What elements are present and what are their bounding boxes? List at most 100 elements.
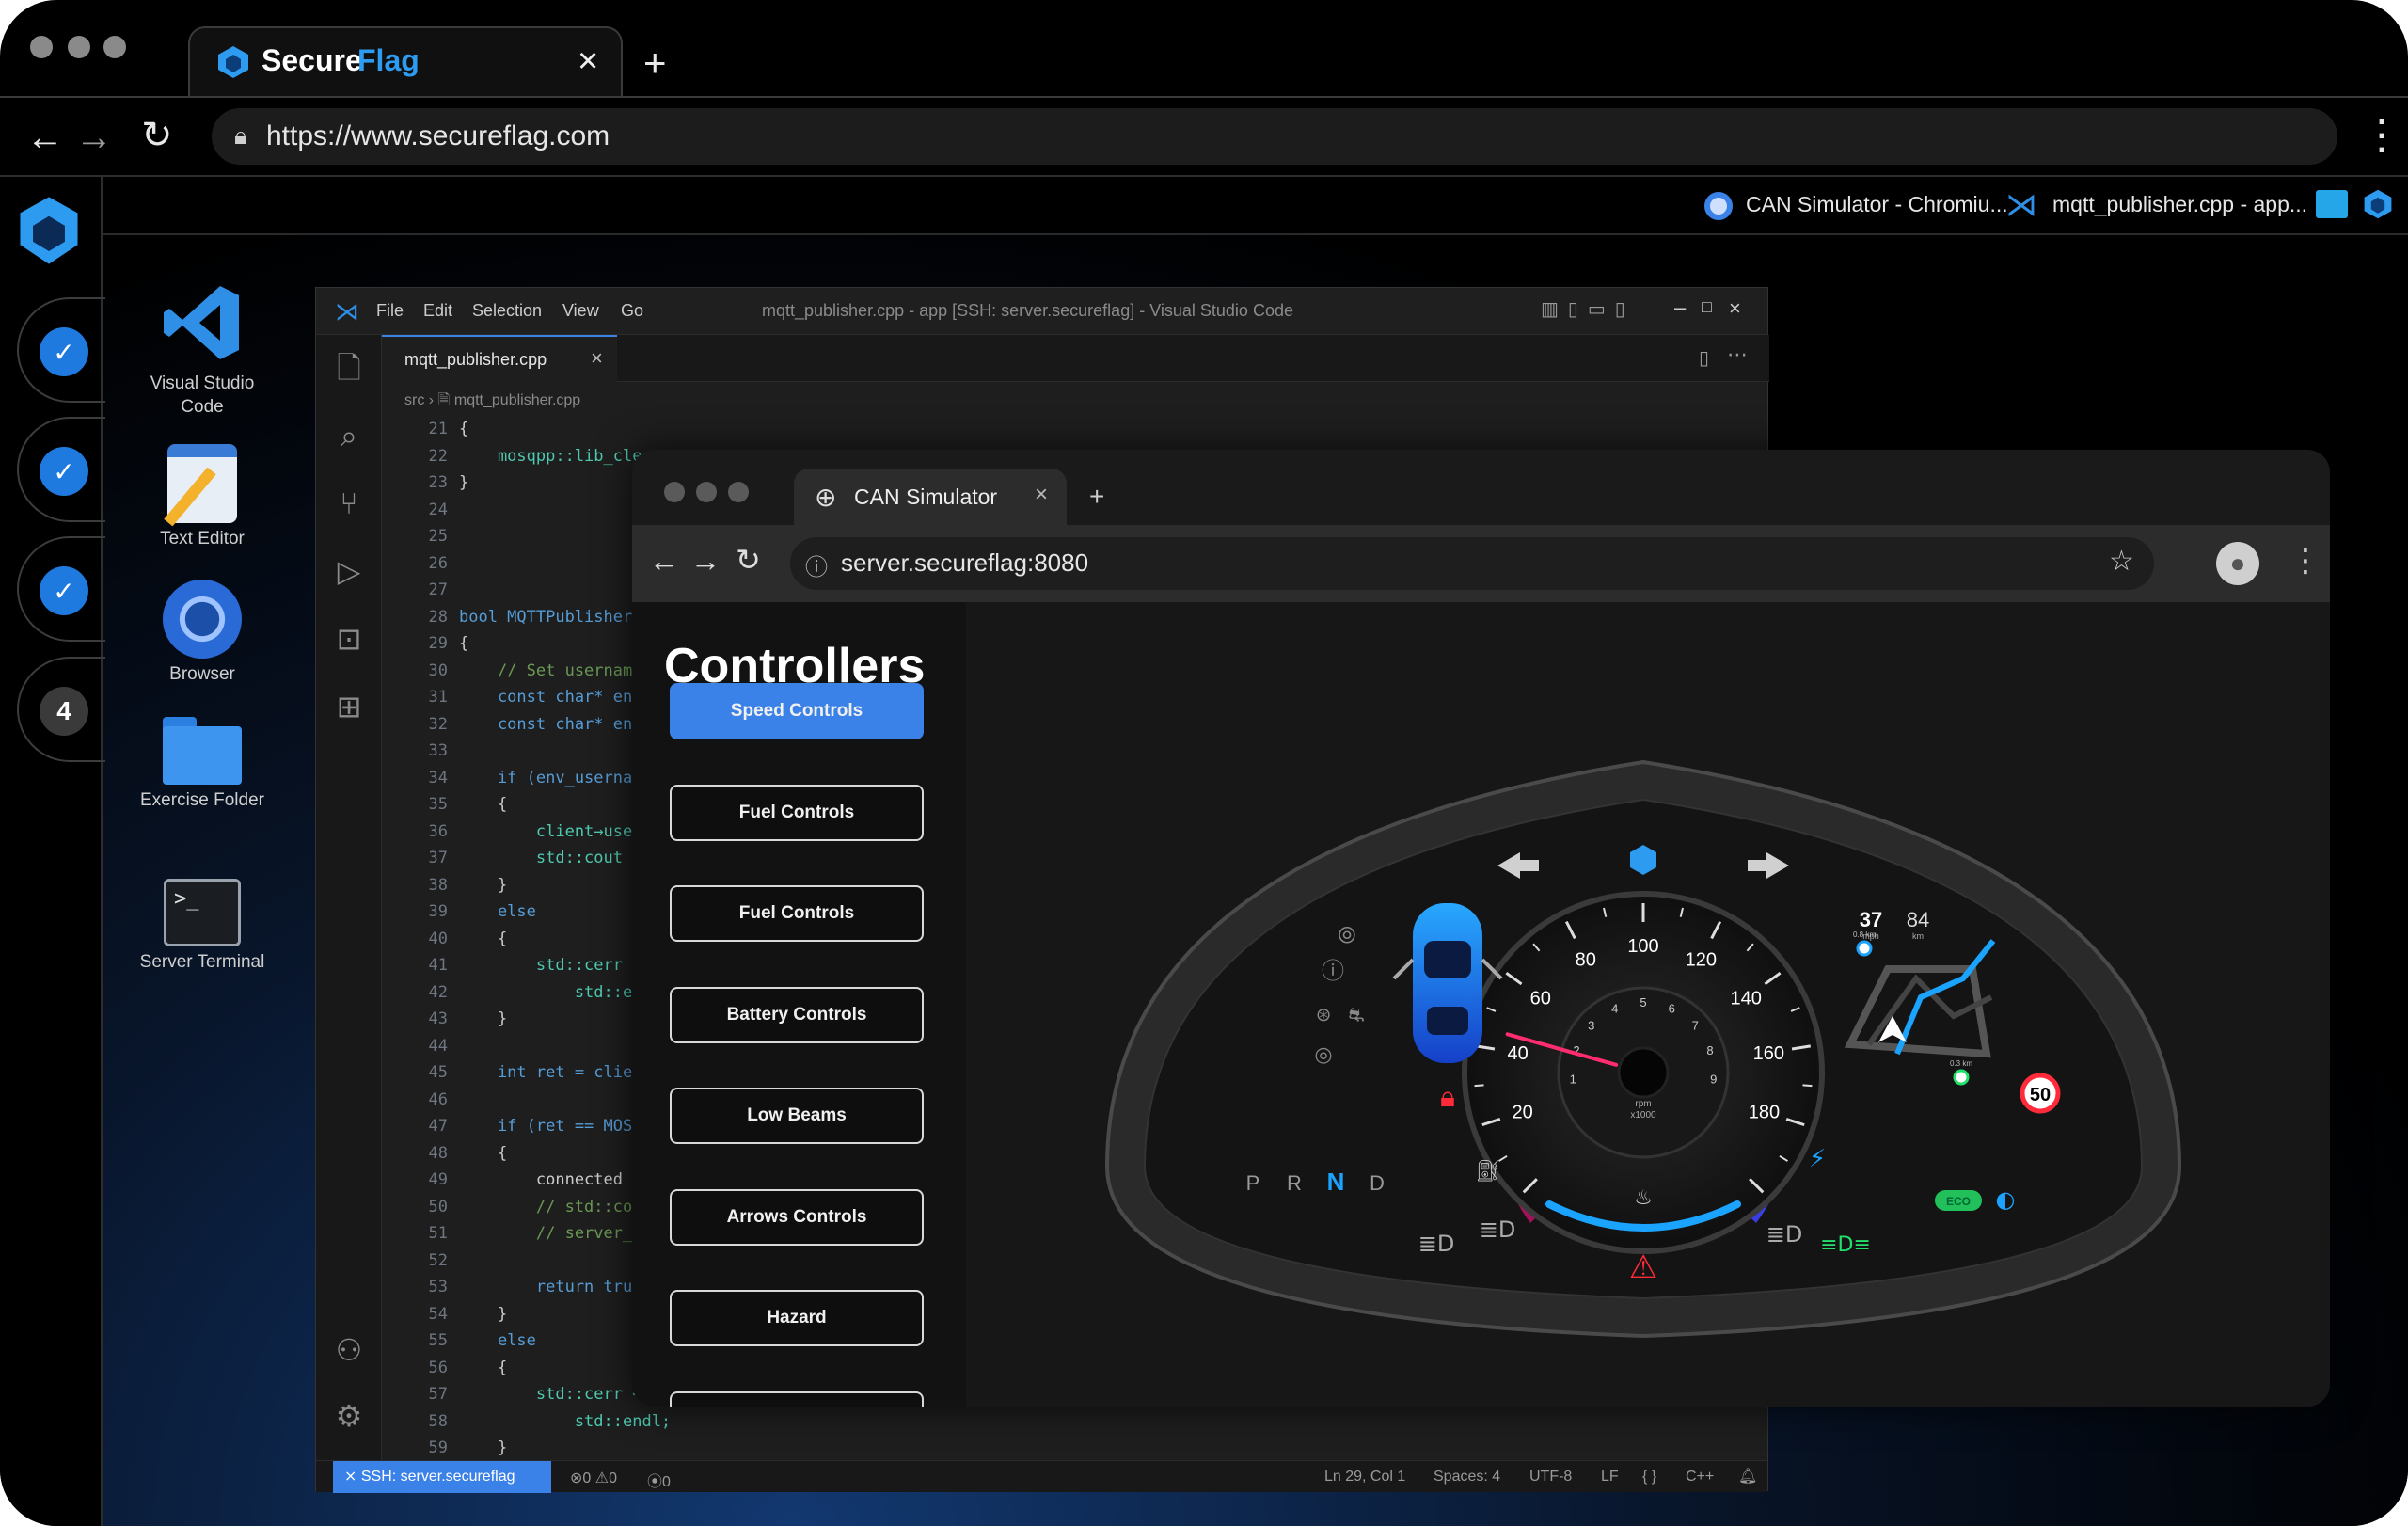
back-icon[interactable]: ← — [26, 119, 64, 156]
code-line[interactable]: std::cout < — [459, 849, 642, 867]
code-line[interactable]: mosqpp::lib_cle — [459, 447, 642, 466]
split-editor-icon[interactable]: ▯ — [1699, 346, 1709, 370]
reload-icon[interactable]: ↻ — [141, 117, 173, 154]
account-icon[interactable]: ⚇ — [331, 1332, 367, 1368]
chrome-minimize-dot[interactable] — [696, 482, 717, 502]
layout-toggle-icons[interactable]: ▥▯▭▯ — [1541, 297, 1635, 321]
language-mode[interactable]: C++ — [1686, 1469, 1714, 1486]
code-line[interactable]: { — [459, 930, 507, 948]
code-line[interactable]: // server_p — [459, 1224, 642, 1243]
desktop-icon-server-terminal[interactable]: >_ Server Terminal — [132, 879, 273, 974]
menu-selection[interactable]: Selection — [472, 301, 542, 321]
breadcrumb-src[interactable]: src — [404, 392, 424, 408]
editor-tab[interactable]: mqtt_publisher.cpp × — [382, 335, 617, 382]
chrome-maximize-dot[interactable] — [728, 482, 749, 502]
workspace-2[interactable]: ✓ — [17, 417, 105, 522]
taskbar-item-can-simulator[interactable]: CAN Simulator - Chromiu... — [1746, 192, 2008, 217]
code-line[interactable]: } — [459, 1305, 507, 1324]
battery-controls-button[interactable]: Battery Controls — [670, 986, 924, 1043]
encoding[interactable]: UTF-8 — [1529, 1469, 1572, 1486]
problems-indicator[interactable]: ⊗0 ⚠0 — [570, 1469, 617, 1487]
profile-avatar-icon[interactable]: ● — [2216, 542, 2259, 585]
chrome-url-text[interactable]: server.secureflag:8080 — [841, 548, 1088, 578]
fuel-controls-button[interactable]: Fuel Controls — [670, 784, 924, 841]
window-close-dot[interactable] — [30, 36, 53, 58]
window-maximize-dot[interactable] — [103, 36, 126, 58]
lock-doors-button[interactable]: Lock Doors — [670, 1391, 924, 1407]
desktop-icon-browser[interactable]: Browser — [132, 580, 273, 686]
desktop-icon-text-editor[interactable]: Text Editor — [132, 444, 273, 550]
code-line[interactable]: return true — [459, 1278, 642, 1296]
workspace-1[interactable]: ✓ — [17, 297, 105, 403]
chrome-forward-icon[interactable]: → — [690, 544, 721, 579]
fuel-controls-button[interactable]: Fuel Controls — [670, 885, 924, 942]
tab-close-icon[interactable]: × — [578, 41, 598, 82]
code-line[interactable]: std::en — [459, 983, 642, 1002]
more-actions-icon[interactable]: ⋯ — [1727, 342, 1748, 367]
url-text[interactable]: https://www.secureflag.com — [266, 120, 610, 152]
code-line[interactable]: // Set username — [459, 661, 642, 680]
chrome-tab-can-simulator[interactable]: ⊕ CAN Simulator × — [794, 469, 1067, 527]
workspace-3[interactable]: ✓ — [17, 536, 105, 642]
bookmark-star-icon[interactable]: ☆ — [2109, 545, 2134, 578]
indentation[interactable]: Spaces: 4 — [1434, 1469, 1500, 1486]
code-line[interactable]: const char* env — [459, 688, 642, 707]
code-line[interactable]: bool MQTTPublisher: — [459, 608, 642, 627]
language-braces[interactable]: { } — [1642, 1469, 1656, 1486]
extensions-icon[interactable]: ⊞ — [331, 689, 367, 724]
code-line[interactable]: // std::cou — [459, 1198, 642, 1216]
code-line[interactable]: { — [459, 1359, 507, 1377]
code-line[interactable]: std::endl; — [459, 1412, 671, 1431]
maximize-icon[interactable]: □ — [1702, 297, 1712, 317]
chrome-tab-close-icon[interactable]: × — [1035, 482, 1048, 508]
code-line[interactable]: { — [459, 795, 507, 814]
speed-controls-button[interactable]: Speed Controls — [670, 683, 924, 739]
editor-tab-close-icon[interactable]: × — [591, 346, 603, 371]
chrome-close-dot[interactable] — [664, 482, 685, 502]
chrome-new-tab-button[interactable]: + — [1089, 482, 1104, 512]
menu-edit[interactable]: Edit — [423, 301, 452, 321]
notifications-bell-icon[interactable]: 🔔︎ — [1738, 1467, 1757, 1486]
menu-view[interactable]: View — [562, 301, 599, 321]
code-line[interactable]: std::cerr < — [459, 1385, 642, 1404]
new-tab-button[interactable]: + — [643, 43, 667, 83]
code-line[interactable]: { — [459, 420, 468, 438]
site-info-icon[interactable]: ⓘ — [805, 548, 828, 581]
run-debug-icon[interactable]: ▷ — [331, 553, 367, 589]
search-icon[interactable]: ⌕ — [331, 418, 367, 453]
chrome-back-icon[interactable]: ← — [649, 544, 679, 579]
address-bar[interactable]: 🔒︎ https://www.secureflag.com — [212, 108, 2337, 165]
menu-go[interactable]: Go — [621, 301, 643, 321]
remote-explorer-icon[interactable]: ⊡ — [331, 621, 367, 657]
code-line[interactable]: } — [459, 876, 507, 895]
code-line[interactable]: } — [459, 1009, 507, 1028]
code-line[interactable]: { — [459, 1144, 507, 1163]
ports-indicator[interactable]: ⦿0 — [647, 1469, 671, 1491]
settings-gear-icon[interactable]: ⚙ — [331, 1398, 367, 1434]
cursor-position[interactable]: Ln 29, Col 1 — [1324, 1469, 1405, 1486]
workspace-4[interactable]: 4 — [17, 657, 105, 762]
taskbar-item-vscode[interactable]: mqtt_publisher.cpp - app... — [2052, 192, 2307, 217]
chrome-menu-icon[interactable]: ⋮ — [2289, 542, 2321, 580]
code-line[interactable]: client→use — [459, 822, 632, 841]
breadcrumb-file[interactable]: mqtt_publisher.cpp — [454, 392, 580, 408]
code-line[interactable]: std::cerr < — [459, 956, 642, 975]
source-control-icon[interactable]: ⑂ — [331, 485, 367, 521]
code-line[interactable]: const char* env — [459, 715, 642, 734]
desktop-icon-exercise-folder[interactable]: Exercise Folder — [132, 717, 273, 812]
menu-file[interactable]: File — [376, 301, 404, 321]
chrome-reload-icon[interactable]: ↻ — [736, 542, 761, 578]
code-line[interactable]: if (env_usernam — [459, 769, 642, 787]
remote-indicator[interactable]: ⨯ SSH: server.secureflag — [333, 1461, 551, 1493]
chrome-address-bar[interactable]: ⓘ server.secureflag:8080 ☆ — [790, 537, 2154, 590]
end-of-line[interactable]: LF — [1601, 1469, 1619, 1486]
browser-tab-secureflag[interactable]: Secure Flag × — [188, 26, 623, 98]
desktop-icon-vscode[interactable]: Visual Studio Code — [132, 280, 273, 419]
forward-icon[interactable]: → — [75, 119, 113, 156]
code-line[interactable]: if (ret == MOSQ — [459, 1117, 642, 1136]
explorer-icon[interactable]: 🗋 — [331, 350, 367, 386]
minimize-icon[interactable]: – — [1674, 295, 1686, 320]
kebab-menu-icon[interactable]: ⋮ — [2361, 115, 2402, 156]
code-line[interactable]: } — [459, 1439, 507, 1457]
code-line[interactable]: connected = — [459, 1170, 642, 1189]
